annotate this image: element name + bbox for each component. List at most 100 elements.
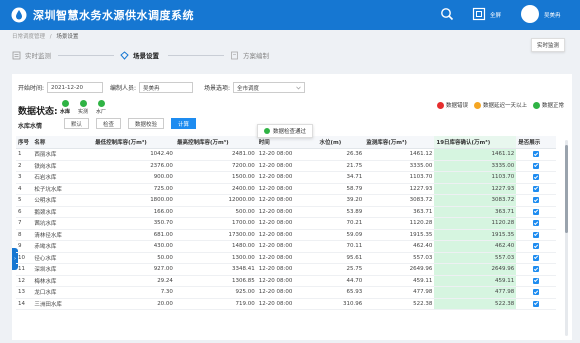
- table-cell: 3: [16, 171, 33, 184]
- table-cell: 1461.12: [364, 148, 435, 161]
- confirm-capacity-cell[interactable]: 2649.96: [434, 263, 517, 276]
- step-realtime[interactable]: 实时监测: [12, 50, 51, 60]
- table-cell: 12-20 08:00: [256, 275, 318, 287]
- table-cell: 1120.28: [364, 217, 435, 230]
- table-scrollbar[interactable]: [565, 140, 568, 336]
- table-cell: 26.36: [317, 148, 365, 161]
- user-name[interactable]: 吴美冉: [544, 11, 561, 19]
- table-cell: 166.00: [93, 206, 175, 218]
- confirm-capacity-cell[interactable]: 1915.35: [434, 229, 517, 241]
- table-cell: 95.61: [317, 252, 365, 264]
- legend-dot: [532, 101, 540, 109]
- show-cell: [516, 275, 556, 287]
- show-checkbox[interactable]: [533, 174, 540, 180]
- status-measured[interactable]: 实测: [78, 100, 88, 115]
- show-checkbox[interactable]: [533, 300, 540, 307]
- table-cell: 59.09: [317, 229, 365, 241]
- scrollbar-thumb[interactable]: [565, 145, 568, 233]
- table-cell: 310.96: [317, 298, 365, 310]
- step-connector: [58, 55, 114, 56]
- table-row[interactable]: 10 径心水库 50.00 1300.00 12-20 08:00 95.61 557.03…: [16, 252, 556, 264]
- start-time-input[interactable]: 2021-12-20: [47, 82, 104, 93]
- check-button[interactable]: 检查: [96, 118, 122, 129]
- table-cell: 21.75: [317, 160, 365, 172]
- show-cell: [516, 194, 556, 207]
- table-cell: 7.30: [93, 286, 175, 299]
- table-row[interactable]: 11 深圳水库 927.00 3348.41 12-20 08:00 25.75 2649.…: [16, 263, 556, 276]
- status-reservoir[interactable]: 水库: [60, 100, 70, 115]
- table-row[interactable]: 14 三洲田水库 20.00 719.00 12-20 08:00 310.96 522.3…: [16, 298, 556, 310]
- confirm-capacity-cell[interactable]: 1227.93: [434, 183, 517, 195]
- table-cell: 1480.00: [174, 240, 257, 253]
- confirm-capacity-cell[interactable]: 1461.12: [434, 148, 517, 161]
- table-row[interactable]: 8 清林径水库 681.00 17300.00 12-20 08:00 59.09 1915…: [16, 229, 556, 241]
- table-cell: 铁岗水库: [32, 160, 94, 172]
- show-checkbox[interactable]: [533, 220, 540, 226]
- table-cell: 681.00: [93, 229, 175, 241]
- confirm-capacity-cell[interactable]: 1120.28: [434, 217, 517, 230]
- table-row[interactable]: 6 鹅颈水库 166.00 500.00 12-20 08:00 53.89 363.71 3…: [16, 206, 556, 218]
- verify-button[interactable]: 数据校验: [128, 118, 165, 129]
- table-cell: 70.11: [317, 240, 365, 253]
- confirm-capacity-cell[interactable]: 557.03: [434, 252, 517, 264]
- step-scenario[interactable]: 场景设置: [120, 50, 159, 60]
- confirm-capacity-cell[interactable]: 462.40: [434, 240, 517, 253]
- table-row[interactable]: 7 茜坑水库 350.70 1700.00 12-20 08:00 70.21 1120.2…: [16, 217, 556, 230]
- show-checkbox[interactable]: [533, 197, 540, 203]
- table-row[interactable]: 13 龙口水库 7.30 925.00 12-20 08:00 65.93 477.98 47…: [16, 286, 556, 299]
- show-checkbox[interactable]: [533, 277, 540, 284]
- scenario-select[interactable]: 全市调度: [233, 82, 306, 93]
- show-cell: [516, 206, 556, 218]
- confirm-capacity-cell[interactable]: 3083.72: [434, 194, 517, 207]
- table-row[interactable]: 9 赤坳水库 430.00 1480.00 12-20 08:00 70.11 462.40…: [16, 240, 556, 253]
- table-row[interactable]: 5 公明水库 1800.00 12000.00 12-20 08:00 39.20 3083…: [16, 194, 556, 207]
- legend-label: 数据延迟一天以上: [482, 103, 527, 109]
- show-checkbox[interactable]: [533, 266, 540, 272]
- show-cell: [516, 229, 556, 241]
- table-cell: 6: [16, 206, 33, 218]
- show-checkbox[interactable]: [533, 289, 540, 295]
- fullscreen-label[interactable]: 全屏: [490, 11, 501, 19]
- table-cell: 1042.40: [93, 148, 175, 161]
- fullscreen-icon[interactable]: [472, 7, 486, 21]
- table-cell: 松子坑水库: [32, 183, 94, 195]
- step-indicator: 实时监测 场景设置 方案编制: [0, 46, 580, 64]
- status-plant[interactable]: 水厂: [96, 100, 106, 115]
- top-bar: 深圳智慧水务水源供水调度系统 全屏 吴美冉: [0, 0, 580, 30]
- show-checkbox[interactable]: [533, 151, 540, 157]
- step-plan[interactable]: 方案编制: [230, 50, 269, 60]
- show-cell: [516, 183, 556, 195]
- show-cell: [516, 240, 556, 253]
- table-row[interactable]: 4 松子坑水库 725.00 2400.00 12-20 08:00 58.79 1227.…: [16, 183, 556, 195]
- confirm-capacity-cell[interactable]: 477.98: [434, 286, 517, 299]
- legend-label: 数据错误: [445, 103, 468, 109]
- section-label: 水库水情: [18, 123, 43, 130]
- confirm-capacity-cell[interactable]: 522.38: [434, 298, 517, 310]
- editor-input[interactable]: 吴美冉: [139, 82, 194, 93]
- table-cell: 58.79: [317, 183, 365, 195]
- confirm-capacity-cell[interactable]: 3335.00: [434, 160, 517, 172]
- table-row[interactable]: 2 铁岗水库 2376.00 7200.00 12-20 08:00 21.75 3335.…: [16, 160, 556, 172]
- show-checkbox[interactable]: [533, 185, 540, 192]
- show-checkbox[interactable]: [533, 231, 540, 238]
- confirm-capacity-cell[interactable]: 363.71: [434, 206, 517, 218]
- avatar[interactable]: [521, 5, 539, 23]
- table-row[interactable]: 3 石岩水库 900.00 1500.00 12-20 08:00 34.71 1103.7…: [16, 171, 556, 184]
- confirm-capacity-cell[interactable]: 459.11: [434, 275, 517, 287]
- show-checkbox[interactable]: [533, 254, 540, 261]
- breadcrumb-root[interactable]: 日常调度管理: [12, 34, 45, 40]
- default-button[interactable]: 默认: [64, 118, 90, 129]
- breadcrumb-separator: /: [49, 34, 52, 40]
- show-checkbox[interactable]: [533, 243, 540, 249]
- table-row[interactable]: 12 梅林水库 29.24 1306.85 12-20 08:00 44.70 459.11…: [16, 275, 556, 287]
- show-checkbox[interactable]: [533, 208, 540, 215]
- legend-normal: 数据正常: [532, 101, 564, 109]
- col-header: 监测库容(万m³): [364, 136, 435, 149]
- show-checkbox[interactable]: [533, 162, 540, 169]
- step-pending-icon: [231, 51, 238, 59]
- table-row[interactable]: 1 西丽水库 1042.40 2481.00 12-20 08:00 26.36 1461.…: [16, 148, 556, 161]
- table-cell: 12: [16, 275, 33, 287]
- search-icon[interactable]: [440, 7, 454, 21]
- confirm-capacity-cell[interactable]: 1103.70: [434, 171, 517, 184]
- calculate-button[interactable]: 计算: [171, 118, 197, 129]
